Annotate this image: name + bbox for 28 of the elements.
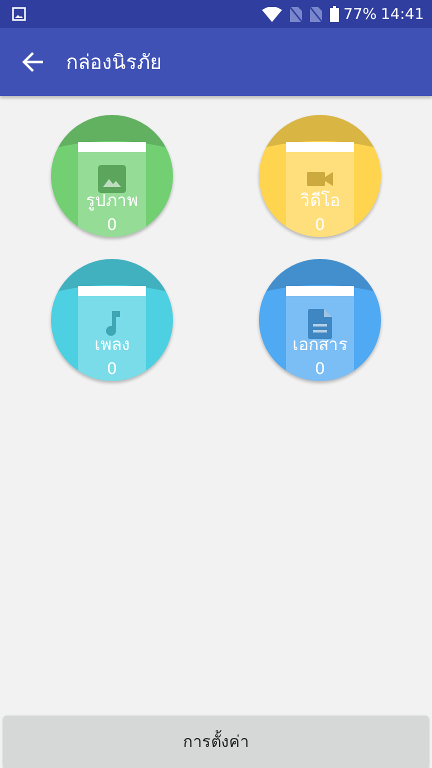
category-tile[interactable]: เอกสาร 0 bbox=[259, 259, 381, 381]
category-tile[interactable]: วิดีโอ 0 bbox=[259, 115, 381, 237]
document-icon bbox=[306, 309, 334, 339]
item-count: 0 bbox=[314, 361, 326, 377]
item-count: 0 bbox=[106, 217, 118, 233]
screen-title: กล่องนิรภัย bbox=[66, 49, 162, 76]
item-count: 0 bbox=[106, 361, 118, 377]
back-arrow-icon[interactable] bbox=[22, 52, 44, 72]
image-icon bbox=[98, 165, 126, 193]
item-count: 0 bbox=[314, 217, 326, 233]
folder-card-top bbox=[78, 142, 146, 152]
category-label: เพลง bbox=[94, 335, 130, 356]
category-label: เอกสาร bbox=[292, 335, 348, 356]
category-tile[interactable]: เพลง 0 bbox=[51, 259, 173, 381]
category-label: รูปภาพ bbox=[85, 191, 139, 212]
no-sim-icon bbox=[290, 6, 302, 22]
wifi-icon bbox=[262, 6, 282, 22]
gallery-icon bbox=[12, 7, 26, 21]
folder-card-top bbox=[286, 286, 354, 296]
settings-button[interactable]: การตั้งค่า bbox=[4, 716, 428, 768]
no-sim-icon bbox=[310, 6, 322, 22]
clock-time: 14:41 bbox=[380, 4, 424, 25]
category-label: วิดีโอ bbox=[299, 191, 341, 212]
battery-icon bbox=[330, 6, 340, 22]
battery-percent: 77% bbox=[343, 4, 377, 25]
category-tile[interactable]: รูปภาพ 0 bbox=[51, 115, 173, 237]
folder-card-top bbox=[286, 142, 354, 152]
folder-card-top bbox=[78, 286, 146, 296]
